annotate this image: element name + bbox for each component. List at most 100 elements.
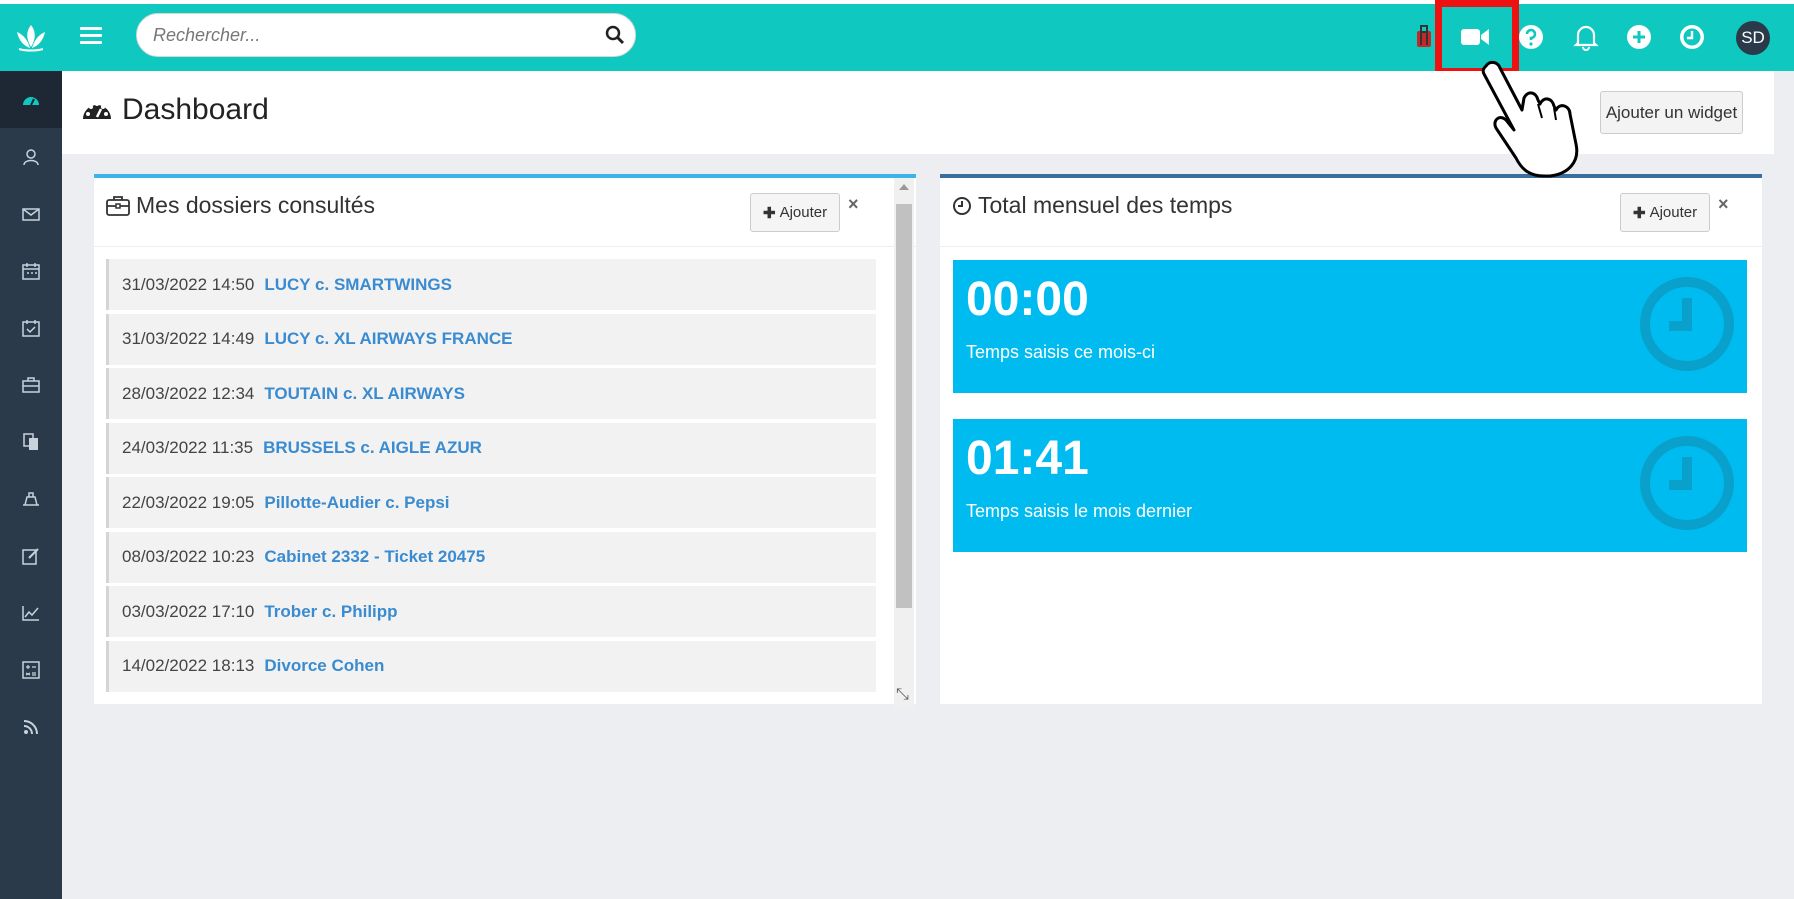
list-item[interactable]: 03/03/2022 17:10 Trober c. Philipp: [106, 586, 876, 637]
chart-icon: [22, 605, 39, 621]
widget-title-text: Mes dossiers consultés: [136, 192, 376, 218]
sidebar-item-dashboard[interactable]: [0, 71, 62, 128]
hamburger-icon: [80, 27, 102, 30]
calculator-icon: [22, 660, 40, 679]
resize-handle-icon[interactable]: ⤡: [896, 686, 909, 704]
sidebar-item-billing[interactable]: [0, 470, 62, 527]
contacts-icon: [23, 148, 39, 165]
widget-title-text: Total mensuel des temps: [978, 192, 1233, 218]
sidebar-item-mail[interactable]: [0, 185, 62, 242]
time-value: 00:00: [966, 273, 1089, 326]
search-box: [136, 13, 636, 57]
dashboard-icon: [83, 102, 111, 119]
avatar[interactable]: SD: [1736, 21, 1770, 55]
sidebar-item-tasks[interactable]: [0, 299, 62, 356]
dossier-date: 24/03/2022 11:35: [122, 438, 254, 457]
clock-icon: [1640, 277, 1734, 371]
dossier-date: 03/03/2022 17:10: [122, 601, 255, 621]
pointing-hand-icon: [1481, 60, 1579, 178]
dossier-link[interactable]: TOUTAIN c. XL AIRWAYS: [264, 384, 465, 404]
dossier-link[interactable]: Cabinet 2332 - Ticket 20475: [264, 547, 485, 567]
dossier-date: 31/03/2022 14:50: [122, 274, 255, 294]
widget-close-button[interactable]: ×: [1718, 194, 1729, 215]
clock-icon: [1640, 436, 1734, 530]
widget-add-label: Ajouter: [779, 204, 828, 221]
add-icon: [1627, 25, 1651, 49]
list-item[interactable]: 28/03/2022 12:34 TOUTAIN c. XL AIRWAYS: [106, 368, 876, 419]
sidebar-item-contacts[interactable]: [0, 128, 62, 185]
list-item[interactable]: 31/03/2022 14:49 LUCY c. XL AIRWAYS FRANC…: [106, 313, 876, 365]
dossier-link[interactable]: Divorce Cohen: [264, 656, 384, 676]
rss-icon: [23, 719, 38, 734]
time-tile-last-month: 01:41 Temps saisis le mois dernier: [953, 419, 1747, 552]
widget-add-button[interactable]: ✚ Ajouter: [750, 193, 841, 232]
briefcase-icon: [22, 376, 40, 393]
sidebar: [0, 4, 62, 899]
bell-icon: [1573, 25, 1599, 51]
list-item[interactable]: 31/03/2022 14:50 LUCY c. SMARTWINGS: [106, 259, 876, 310]
dossier-list: 31/03/2022 14:50 LUCY c. SMARTWINGS 31/03/…: [106, 259, 876, 704]
time-button[interactable]: [1675, 20, 1709, 54]
clock-icon: [953, 196, 971, 215]
widget-add-button[interactable]: ✚ Ajouter: [1620, 193, 1711, 232]
page-title-text: Dashboard: [122, 93, 269, 126]
sidebar-item-edit[interactable]: [0, 527, 62, 584]
help-icon: [1519, 25, 1543, 49]
scroll-up-icon[interactable]: [899, 184, 909, 190]
widget-title: Mes dossiers consultés: [106, 192, 375, 219]
search-icon[interactable]: [605, 25, 625, 45]
dossier-date: 31/03/2022 14:49: [122, 329, 255, 348]
plus-icon: ✚: [763, 204, 776, 222]
scrollbar[interactable]: [894, 178, 914, 708]
add-button[interactable]: [1622, 20, 1656, 54]
sidebar-item-rss[interactable]: [0, 698, 62, 755]
dossier-link[interactable]: LUCY c. SMARTWINGS: [264, 275, 452, 295]
logo-icon: [17, 24, 45, 51]
sidebar-item-calendar[interactable]: [0, 242, 62, 299]
widget-header: Mes dossiers consultés ✚ Ajouter ×: [94, 178, 916, 247]
list-item[interactable]: 22/03/2022 19:05 Pillotte-Audier c. Pepsi: [106, 477, 876, 528]
time-value: 01:41: [966, 432, 1089, 485]
tasks-icon: [22, 319, 40, 337]
list-item[interactable]: 24/03/2022 11:35 BRUSSELS c. AIGLE AZUR: [106, 422, 876, 474]
notifications-button[interactable]: [1569, 20, 1603, 54]
luggage-icon: [1417, 25, 1431, 47]
dossier-date: 28/03/2022 12:34: [122, 383, 255, 403]
dossier-date: 14/02/2022 18:13: [122, 656, 255, 675]
time-tile-current-month: 00:00 Temps saisis ce mois-ci: [953, 260, 1747, 393]
help-button[interactable]: [1514, 20, 1548, 54]
main-content: Dashboard Ajouter un widget Mes dossiers…: [62, 71, 1794, 899]
briefcase-icon: [106, 195, 130, 216]
widget-title: Total mensuel des temps: [952, 192, 1232, 219]
widget-temps: Total mensuel des temps ✚ Ajouter × 00:0…: [940, 174, 1762, 704]
search-input[interactable]: [153, 14, 593, 56]
list-item[interactable]: 14/02/2022 18:13 Divorce Cohen: [106, 640, 876, 692]
sidebar-item-dossiers[interactable]: [0, 356, 62, 413]
time-label: Temps saisis ce mois-ci: [966, 342, 1156, 362]
sidebar-item-calculator[interactable]: [0, 641, 62, 698]
widget-dossiers: Mes dossiers consultés ✚ Ajouter × 31/03…: [94, 174, 916, 708]
dossier-link[interactable]: Pillotte-Audier c. Pepsi: [264, 493, 449, 513]
plus-icon: ✚: [1633, 204, 1646, 222]
widget-close-button[interactable]: ×: [848, 194, 859, 215]
page-title: Dashboard: [82, 93, 269, 127]
add-widget-button[interactable]: Ajouter un widget: [1600, 91, 1743, 134]
dossier-date: 08/03/2022 10:23: [122, 547, 255, 566]
edit-icon: [22, 547, 39, 565]
billing-icon: [23, 491, 39, 506]
dossier-link[interactable]: Trober c. Philipp: [264, 602, 397, 622]
dossier-link[interactable]: BRUSSELS c. AIGLE AZUR: [263, 438, 482, 458]
app-logo[interactable]: [0, 4, 62, 71]
list-item[interactable]: 08/03/2022 10:23 Cabinet 2332 - Ticket 20…: [106, 531, 876, 583]
widget-add-label: Ajouter: [1649, 204, 1698, 221]
menu-toggle-button[interactable]: [80, 27, 102, 47]
clock-icon: [1680, 25, 1704, 49]
sidebar-item-reports[interactable]: [0, 584, 62, 641]
dossier-link[interactable]: LUCY c. XL AIRWAYS FRANCE: [264, 329, 512, 349]
widget-header: Total mensuel des temps ✚ Ajouter ×: [940, 178, 1762, 247]
dashboard-icon: [23, 96, 39, 105]
dossier-date: 22/03/2022 19:05: [122, 492, 255, 512]
scroll-thumb[interactable]: [896, 204, 912, 608]
sidebar-item-documents[interactable]: [0, 413, 62, 470]
calendar-icon: [22, 262, 40, 280]
